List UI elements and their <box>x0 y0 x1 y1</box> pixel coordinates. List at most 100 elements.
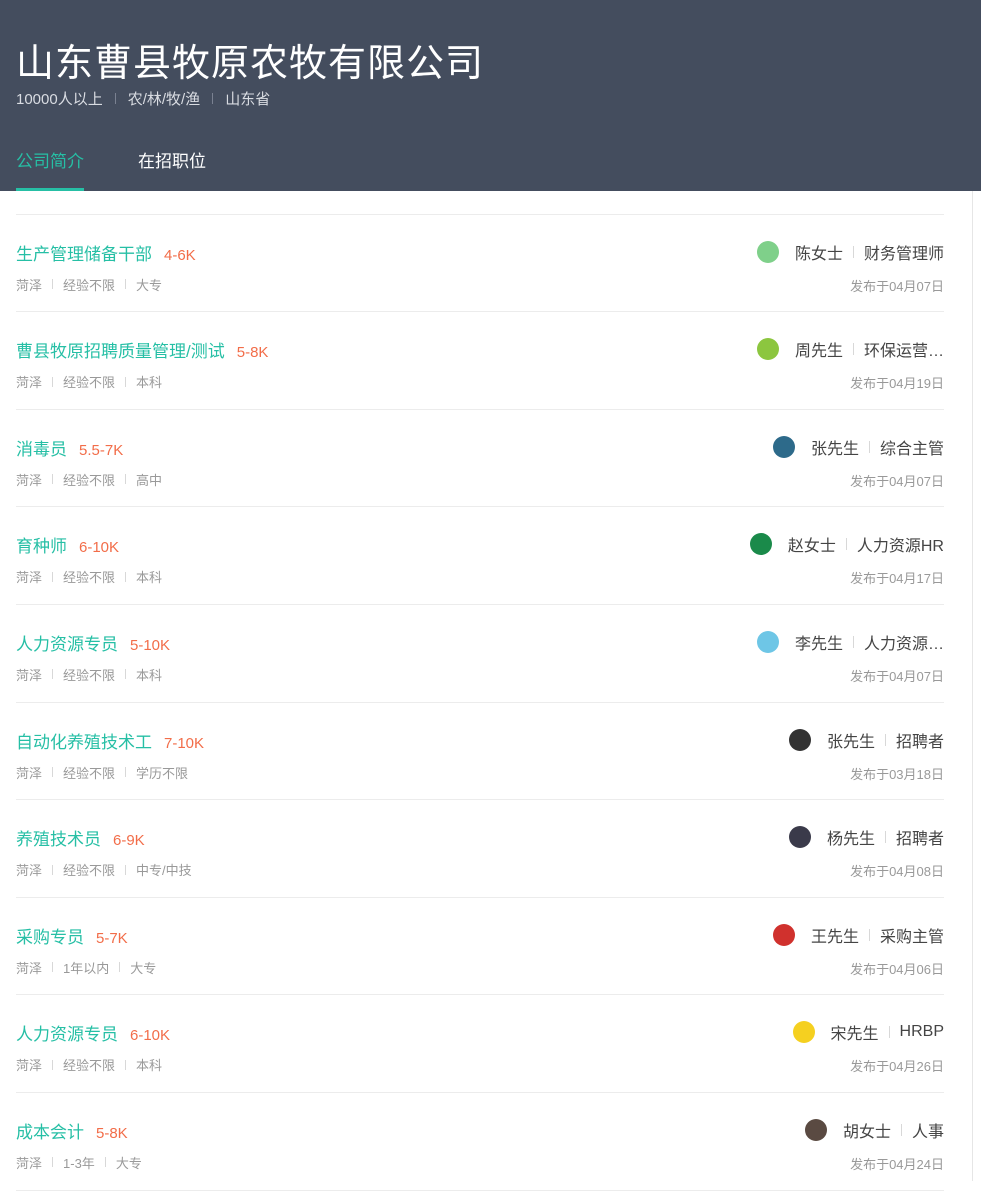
divider <box>212 93 214 104</box>
job-title[interactable]: 人力资源专员 <box>16 630 118 655</box>
recruiter-name: 李先生 <box>794 635 843 653</box>
job-tags: 菏泽 经验不限 本科 <box>16 1055 162 1074</box>
job-tags: 菏泽 经验不限 中专/中技 <box>16 860 192 879</box>
recruiter-info[interactable]: 赵女士 人力资源HR <box>749 532 944 556</box>
recruiter-info[interactable]: 陈女士 财务管理师 <box>756 240 944 264</box>
divider <box>868 928 870 941</box>
job-title-line: 人力资源专员 6-10K <box>16 1020 170 1045</box>
job-city: 菏泽 <box>16 472 43 488</box>
job-salary: 6-9K <box>113 832 145 850</box>
job-post-date: 发布于04月07日 <box>850 278 944 294</box>
job-city: 菏泽 <box>16 570 43 586</box>
scrollbar[interactable] <box>972 191 973 1181</box>
job-post-date: 发布于04月07日 <box>850 668 944 684</box>
job-salary: 7-10K <box>164 734 205 752</box>
job-city: 菏泽 <box>16 960 43 976</box>
recruiter-info[interactable]: 杨先生 招聘者 <box>788 825 944 849</box>
divider <box>52 279 54 290</box>
divider <box>852 635 854 648</box>
job-salary: 5.5-7K <box>79 441 124 459</box>
job-title-line: 曹县牧原招聘质量管理/测试 5-8K <box>16 337 268 362</box>
job-title-line: 生产管理储备干部 4-6K <box>16 240 196 265</box>
divider <box>52 767 54 778</box>
recruiter-info[interactable]: 周先生 环保运营… <box>756 337 944 361</box>
company-name: 山东曹县牧原农牧有限公司 <box>16 43 485 85</box>
divider <box>52 669 54 680</box>
job-row[interactable]: 自动化养殖技术工 7-10K 菏泽 经验不限 学历不限 张先生 招聘者 发布于0… <box>16 703 944 801</box>
job-row[interactable]: 人力资源专员 5-10K 菏泽 经验不限 本科 李先生 人力资源… 发布于04月… <box>16 605 944 703</box>
recruiter-name: 宋先生 <box>830 1026 879 1044</box>
recruiter-avatar <box>772 923 795 946</box>
recruiter-name: 张先生 <box>810 440 859 458</box>
job-post-date: 发布于04月07日 <box>850 473 944 489</box>
job-education: 大专 <box>115 1155 142 1171</box>
recruiter-role: 人力资源… <box>863 635 944 653</box>
job-title-line: 人力资源专员 5-10K <box>16 630 170 655</box>
job-salary: 6-10K <box>79 539 120 557</box>
job-salary: 6-10K <box>130 1027 171 1045</box>
job-row[interactable]: 消毒员 5.5-7K 菏泽 经验不限 高中 张先生 综合主管 发布于04月07日 <box>16 410 944 508</box>
company-header: 山东曹县牧原农牧有限公司 10000人以上 农/林/牧/渔 山东省 公司简介 在… <box>0 0 981 191</box>
recruiter-info[interactable]: 宋先生 HRBP <box>792 1020 944 1044</box>
job-salary: 5-8K <box>236 344 269 362</box>
divider <box>104 1157 106 1168</box>
job-salary: 5-8K <box>96 1124 128 1142</box>
job-title-line: 采购专员 5-7K <box>16 923 128 948</box>
recruiter-role: 财务管理师 <box>863 245 944 263</box>
job-post-date: 发布于04月19日 <box>850 376 944 392</box>
job-title[interactable]: 消毒员 <box>16 435 67 460</box>
job-tags: 菏泽 经验不限 本科 <box>16 372 162 391</box>
job-title[interactable]: 采购专员 <box>16 923 84 948</box>
job-row[interactable]: 成本会计 5-8K 菏泽 1-3年 大专 胡女士 人事 发布于04月24日 <box>16 1093 944 1191</box>
recruiter-name: 胡女士 <box>842 1123 891 1141</box>
recruiter-info[interactable]: 王先生 采购主管 <box>772 923 944 947</box>
job-tags: 菏泽 1-3年 大专 <box>16 1153 142 1172</box>
job-title[interactable]: 人力资源专员 <box>16 1020 118 1045</box>
tab-company-intro[interactable]: 公司简介 <box>16 147 84 191</box>
recruiter-info[interactable]: 张先生 综合主管 <box>772 435 944 459</box>
recruiter-role: 人事 <box>911 1123 944 1141</box>
job-row[interactable]: 养殖技术员 6-9K 菏泽 经验不限 中专/中技 杨先生 招聘者 发布于04月0… <box>16 800 944 898</box>
divider <box>884 831 886 844</box>
job-city: 菏泽 <box>16 375 43 391</box>
job-post-date: 发布于04月26日 <box>850 1059 944 1075</box>
job-education: 大专 <box>130 960 157 976</box>
company-location: 山东省 <box>225 91 271 108</box>
divider <box>52 571 54 582</box>
job-education: 本科 <box>136 375 163 391</box>
job-salary: 5-10K <box>130 636 171 654</box>
recruiter-name: 赵女士 <box>787 538 836 556</box>
tab-open-positions[interactable]: 在招职位 <box>138 147 206 172</box>
recruiter-name: 陈女士 <box>794 245 843 263</box>
job-row[interactable]: 人力资源专员 6-10K 菏泽 经验不限 本科 宋先生 HRBP 发布于04月2… <box>16 995 944 1093</box>
job-row[interactable]: 曹县牧原招聘质量管理/测试 5-8K 菏泽 经验不限 本科 周先生 环保运营… … <box>16 312 944 410</box>
job-title[interactable]: 曹县牧原招聘质量管理/测试 <box>16 337 225 362</box>
job-post-date: 发布于04月17日 <box>850 571 944 587</box>
divider <box>852 245 854 258</box>
recruiter-info[interactable]: 李先生 人力资源… <box>756 630 944 654</box>
company-industry: 农/林/牧/渔 <box>127 91 201 108</box>
job-title[interactable]: 养殖技术员 <box>16 825 101 850</box>
divider <box>845 538 847 551</box>
job-title[interactable]: 成本会计 <box>16 1118 84 1143</box>
job-experience: 1-3年 <box>63 1155 95 1171</box>
job-experience: 经验不限 <box>63 375 116 391</box>
recruiter-role: 招聘者 <box>895 831 944 849</box>
recruiter-info[interactable]: 张先生 招聘者 <box>788 728 944 752</box>
job-row[interactable]: 生产管理储备干部 4-6K 菏泽 经验不限 大专 陈女士 财务管理师 发布于04… <box>16 215 944 313</box>
job-row[interactable]: 育种师 6-10K 菏泽 经验不限 本科 赵女士 人力资源HR 发布于04月17… <box>16 507 944 605</box>
job-title[interactable]: 育种师 <box>16 532 67 557</box>
divider <box>52 376 54 387</box>
recruiter-role: 综合主管 <box>879 440 944 458</box>
job-title[interactable]: 生产管理储备干部 <box>16 240 152 265</box>
recruiter-avatar <box>804 1118 827 1141</box>
job-title[interactable]: 自动化养殖技术工 <box>16 728 152 753</box>
job-city: 菏泽 <box>16 765 43 781</box>
recruiter-info[interactable]: 胡女士 人事 <box>804 1118 944 1142</box>
job-tags: 菏泽 经验不限 本科 <box>16 665 162 684</box>
job-experience: 经验不限 <box>63 765 116 781</box>
job-row[interactable]: 采购专员 5-7K 菏泽 1年以内 大专 王先生 采购主管 发布于04月06日 <box>16 898 944 996</box>
job-tags: 菏泽 经验不限 大专 <box>16 275 162 294</box>
recruiter-name: 张先生 <box>826 733 875 751</box>
recruiter-name: 周先生 <box>794 343 843 361</box>
